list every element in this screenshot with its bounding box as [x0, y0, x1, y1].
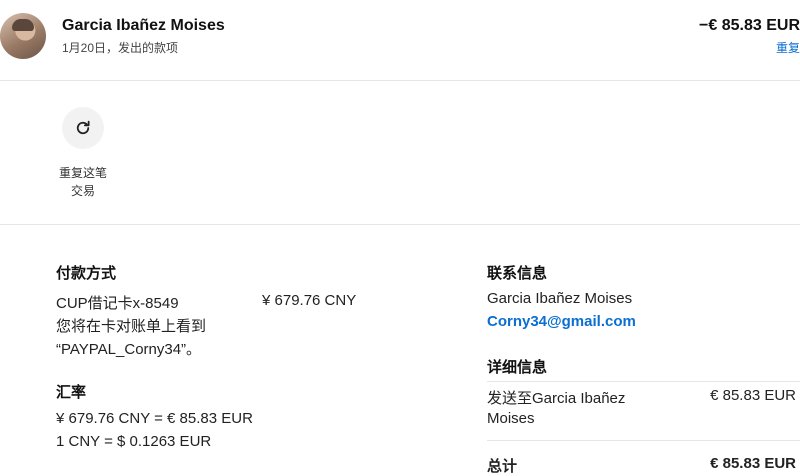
- divider: [0, 80, 800, 81]
- divider: [487, 381, 800, 382]
- payment-method-title: 付款方式: [56, 265, 117, 282]
- exchange-rate: 1 CNY = $ 0.1263 EUR: [56, 433, 212, 450]
- divider: [0, 224, 800, 225]
- transaction-date: 1月20日，发出的款项: [62, 41, 179, 55]
- details-title: 详细信息: [487, 359, 548, 376]
- divider: [487, 440, 800, 441]
- payment-card: CUP借记卡x-8549: [56, 295, 179, 312]
- exchange-rate-title: 汇率: [56, 384, 87, 401]
- statement-descriptor: “PAYPAL_Corny34”。: [56, 341, 202, 358]
- refresh-icon: [76, 120, 90, 135]
- statement-note: 您将在卡对账单上看到: [56, 318, 207, 335]
- contact-info-title: 联系信息: [487, 265, 548, 282]
- recipient-name: Garcia Ibañez Moises: [62, 17, 225, 34]
- exchange-conversion: ¥ 679.76 CNY = € 85.83 EUR: [56, 410, 253, 427]
- sent-to-label-cont: Moises: [487, 410, 535, 427]
- repeat-transaction-label[interactable]: 重复这笔 交易: [50, 164, 116, 200]
- transaction-header: Garcia Ibañez Moises 1月20日，发出的款项 −€ 85.8…: [0, 0, 800, 80]
- sent-to-label: 发送至Garcia Ibañez: [487, 390, 626, 407]
- repeat-link[interactable]: 重复: [776, 39, 800, 56]
- payment-card-amount: ¥ 679.76 CNY: [262, 292, 357, 309]
- contact-name: Garcia Ibañez Moises: [487, 290, 633, 307]
- transaction-amount: −€ 85.83 EUR: [699, 17, 800, 34]
- repeat-transaction-button[interactable]: [62, 107, 104, 149]
- avatar: [0, 13, 46, 59]
- sent-amount: € 85.83 EUR: [710, 387, 796, 404]
- contact-email[interactable]: Corny34@gmail.com: [487, 313, 636, 330]
- total-label: 总计: [487, 458, 518, 475]
- total-amount: € 85.83 EUR: [710, 455, 796, 472]
